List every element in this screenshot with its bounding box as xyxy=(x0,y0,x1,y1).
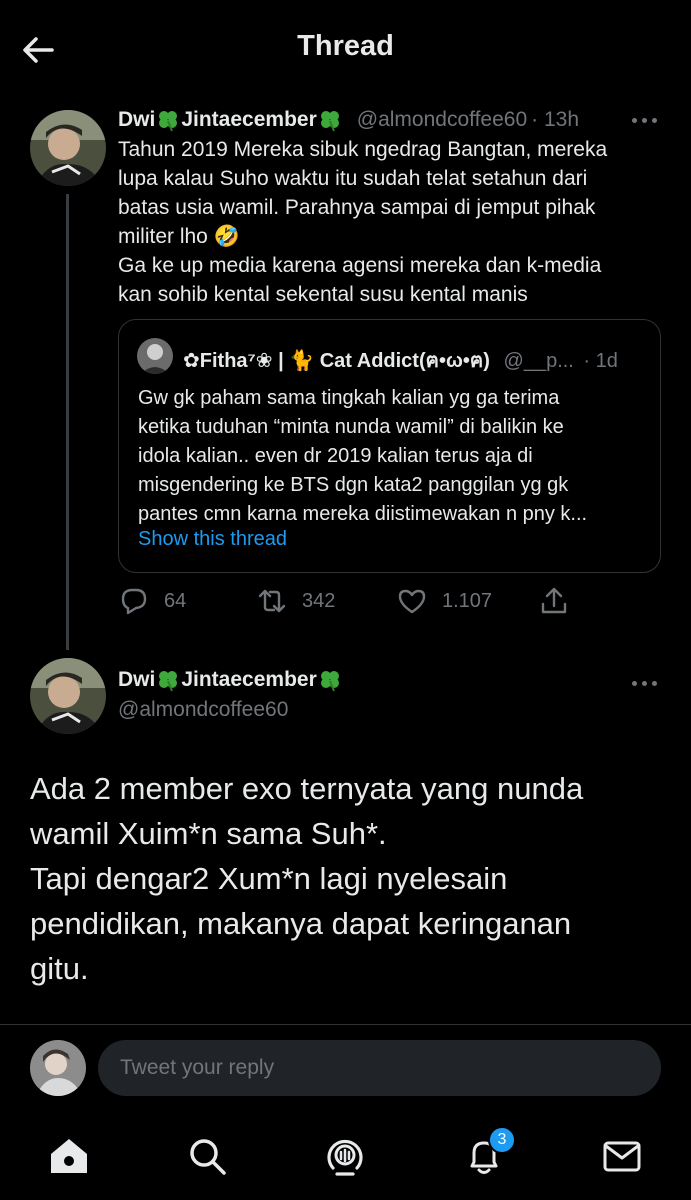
home-icon xyxy=(51,1139,87,1173)
tweet-author-row: Dwi Jintaecember @almondcoffee60 · 13h xyxy=(118,108,579,132)
show-thread-link[interactable]: Show this thread xyxy=(138,528,287,551)
four-leaf-clover-icon xyxy=(320,111,339,132)
four-leaf-clover-icon xyxy=(159,111,178,132)
messages-icon xyxy=(603,1141,641,1172)
heart-icon xyxy=(398,589,426,614)
bottom-navigation: 3 xyxy=(0,1110,691,1200)
share-icon xyxy=(541,587,567,614)
thread-connector-line xyxy=(66,194,69,650)
page-title: Thread xyxy=(297,30,394,62)
main-tweet-text: Ada 2 member exo ternyata yang nunda wam… xyxy=(30,771,584,986)
reply-icon xyxy=(121,588,147,615)
more-options-icon[interactable] xyxy=(632,115,660,125)
nav-home[interactable] xyxy=(47,1134,91,1178)
reply-button[interactable]: 64 xyxy=(118,585,186,617)
author-handle[interactable]: @almondcoffee60 xyxy=(357,108,527,132)
four-leaf-clover-icon xyxy=(159,671,178,692)
author-name[interactable]: Dwi Jintaecember xyxy=(118,668,343,692)
retweet-count: 342 xyxy=(302,589,336,612)
four-leaf-clover-icon xyxy=(320,671,339,692)
more-options-icon[interactable] xyxy=(632,678,660,688)
retweet-button[interactable]: 342 xyxy=(256,585,335,617)
nav-search[interactable] xyxy=(185,1134,229,1178)
search-icon xyxy=(190,1139,226,1175)
author-handle[interactable]: @almondcoffee60 xyxy=(118,698,288,722)
quote-avatar xyxy=(137,338,173,374)
share-button[interactable] xyxy=(538,585,584,617)
author-name[interactable]: Dwi Jintaecember xyxy=(118,108,343,132)
nav-spaces[interactable] xyxy=(323,1134,367,1178)
retweet-icon xyxy=(258,589,286,613)
reply-count: 64 xyxy=(164,589,187,612)
avatar[interactable] xyxy=(30,110,106,186)
nav-notifications[interactable]: 3 xyxy=(462,1126,516,1178)
top-header: Thread xyxy=(0,0,691,98)
tweet-text: Tahun 2019 Mereka sibuk ngedrag Bangtan,… xyxy=(118,138,608,306)
author-handle-row: @almondcoffee60 xyxy=(118,698,288,722)
like-button[interactable]: 1.107 xyxy=(396,585,492,617)
my-avatar xyxy=(30,1040,86,1096)
quote-time: · 1d xyxy=(583,350,618,372)
reply-input[interactable] xyxy=(98,1040,661,1096)
quote-author-row: ✿Fitha⁷❀ | 🐈 Cat Addict(ฅ•ω•ฅ) @__p... ·… xyxy=(183,344,618,376)
avatar[interactable] xyxy=(30,658,106,734)
quote-text: Gw gk paham sama tingkah kalian yg ga te… xyxy=(138,387,588,525)
divider xyxy=(0,1024,691,1025)
tweet-time[interactable]: · 13h xyxy=(531,108,579,132)
quote-author-handle: @__p... xyxy=(503,350,574,372)
spaces-icon xyxy=(327,1139,363,1176)
tweet-actions: 64 342 1.107 xyxy=(118,585,578,619)
like-count: 1.107 xyxy=(442,589,493,612)
quoted-tweet-card[interactable]: ✿Fitha⁷❀ | 🐈 Cat Addict(ฅ•ω•ฅ) @__p... ·… xyxy=(118,319,661,573)
nav-messages[interactable] xyxy=(600,1134,644,1178)
quote-author-name: ✿Fitha⁷❀ | 🐈 Cat Addict(ฅ•ω•ฅ) xyxy=(183,350,490,372)
tweet-author-row: Dwi Jintaecember xyxy=(118,668,343,692)
notification-badge: 3 xyxy=(488,1126,516,1154)
